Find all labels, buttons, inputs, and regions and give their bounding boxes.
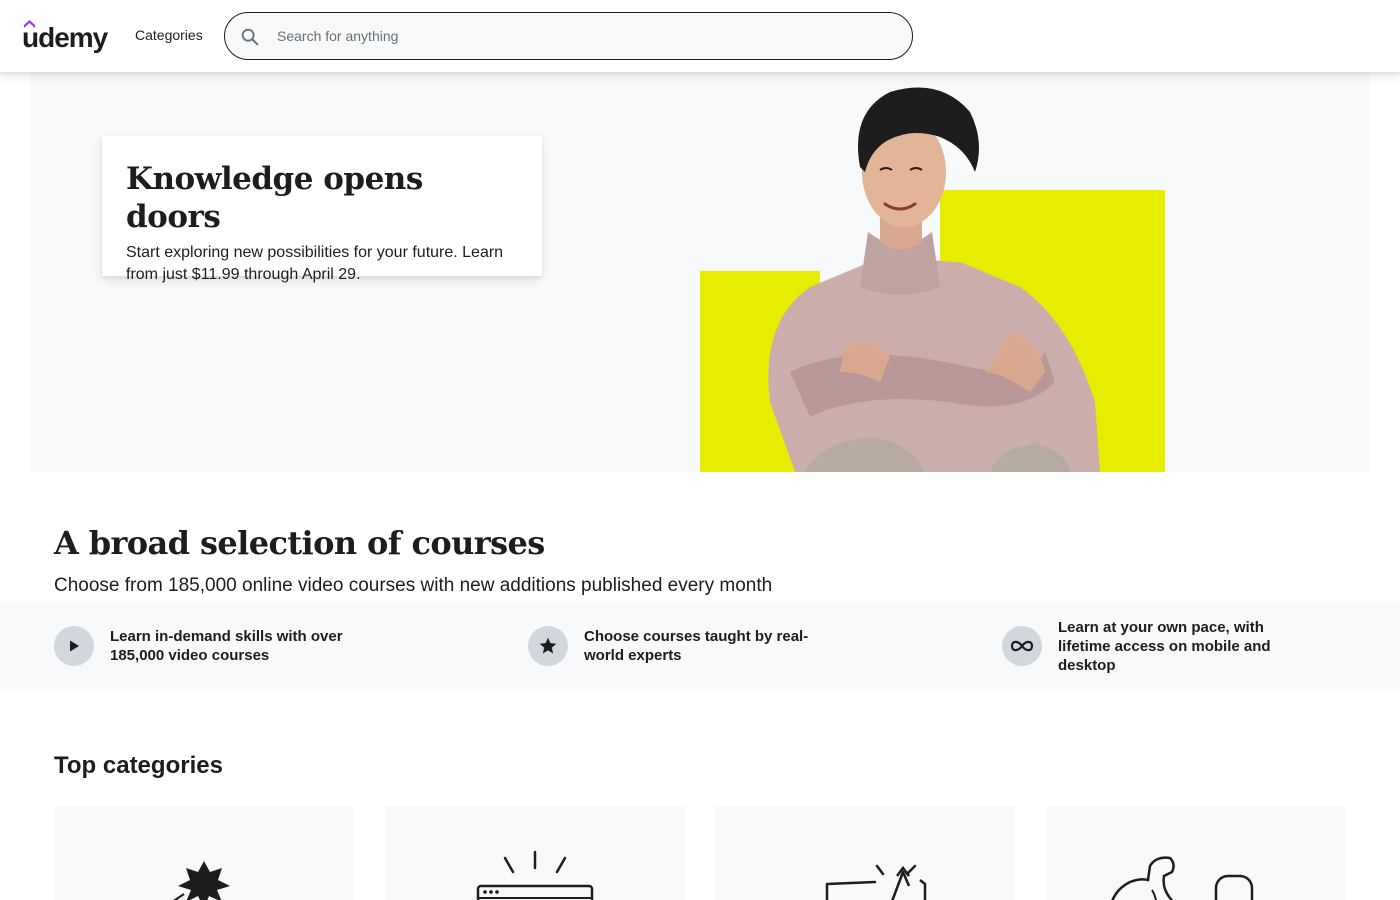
play-icon: [54, 626, 94, 666]
it-software-illustration-icon: [1111, 856, 1254, 900]
category-card[interactable]: [715, 806, 1015, 900]
feature-lifetime-access: Learn at your own pace, with lifetime ac…: [1002, 619, 1308, 674]
value-propositions-band: Learn in-demand skills with over 185,000…: [0, 601, 1400, 689]
broad-selection-subtitle: Choose from 185,000 online video courses…: [54, 575, 773, 596]
hero-description: Start exploring new possibilities for yo…: [126, 244, 504, 283]
category-card[interactable]: [54, 806, 354, 900]
feature-real-world-experts: Choose courses taught by real-world expe…: [528, 625, 834, 667]
feature-text: Choose courses taught by real-world expe…: [584, 628, 809, 664]
categories-menu-link[interactable]: Categories: [135, 27, 203, 43]
design-illustration-icon: [173, 861, 230, 900]
infinity-icon: [1002, 626, 1042, 666]
hero-banner: Knowledge opens doors Start exploring ne…: [30, 72, 1370, 472]
broad-selection-heading: A broad selection of courses: [54, 524, 545, 562]
star-icon: [528, 626, 568, 666]
marketing-illustration-icon: [825, 864, 927, 900]
feature-text: Learn at your own pace, with lifetime ac…: [1058, 618, 1271, 674]
hero-person-image: [700, 72, 1165, 472]
feature-text: Learn in-demand skills with over 185,000…: [110, 628, 343, 664]
hero-promo-card: Knowledge opens doors Start exploring ne…: [102, 136, 542, 283]
search-icon[interactable]: [239, 26, 261, 48]
hero-title: Knowledge opens doors: [126, 161, 423, 235]
top-categories-heading: Top categories: [54, 752, 223, 779]
udemy-logo[interactable]: udemy: [22, 16, 116, 56]
logo-wordmark: udemy: [22, 22, 109, 53]
top-navigation-bar: udemy Categories: [0, 0, 1400, 72]
feature-video-courses: Learn in-demand skills with over 185,000…: [54, 625, 360, 667]
category-card[interactable]: [385, 806, 685, 900]
search-bar[interactable]: [224, 12, 913, 60]
development-illustration-icon: [476, 850, 594, 900]
category-card[interactable]: [1046, 806, 1346, 900]
search-input[interactable]: [277, 21, 897, 51]
